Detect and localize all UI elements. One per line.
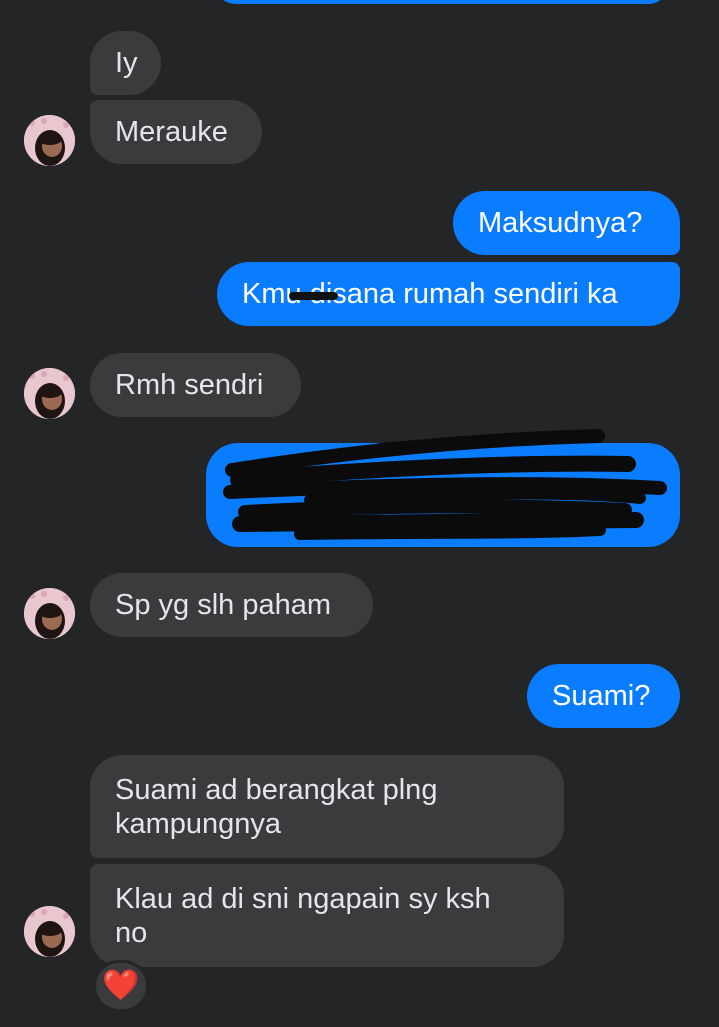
message-text-line: kampungnya xyxy=(115,808,282,840)
profile-avatar-icon[interactable] xyxy=(24,906,75,957)
heart-icon: ❤️ xyxy=(102,969,140,1002)
incoming-message-bubble[interactable]: Sp yg slh paham xyxy=(90,573,373,637)
message-text-line: Suami ad berangkat plng xyxy=(115,774,438,806)
heart-reaction[interactable]: ❤️ xyxy=(93,960,149,1012)
message-text: Sp yg slh paham xyxy=(115,589,332,621)
message-text-line: Klau ad di sni ngapain sy ksh xyxy=(115,883,491,915)
message-text-line: no xyxy=(115,917,148,949)
message-text: Rmh sendri xyxy=(115,369,264,401)
outgoing-message-bubble[interactable]: Kmu disana rumah sendiri ka xyxy=(217,262,680,326)
incoming-message-bubble[interactable]: Rmh sendri xyxy=(90,353,301,417)
message-text: Suami? xyxy=(552,680,651,712)
profile-avatar-icon[interactable] xyxy=(24,115,75,166)
outgoing-message-bubble-cutoff[interactable] xyxy=(214,0,670,4)
profile-avatar-icon[interactable] xyxy=(24,368,75,419)
incoming-message-bubble[interactable]: Merauke xyxy=(90,100,262,164)
message-text: Maksudnya? xyxy=(478,207,643,239)
incoming-message-bubble[interactable]: Suami ad berangkat plng kampungnya xyxy=(90,755,564,858)
message-text: Merauke xyxy=(115,116,228,148)
outgoing-message-bubble-redacted[interactable] xyxy=(206,443,680,547)
incoming-message-bubble[interactable]: Iy xyxy=(90,31,161,95)
outgoing-message-bubble[interactable]: Maksudnya? xyxy=(453,191,680,255)
outgoing-message-bubble[interactable]: Suami? xyxy=(527,664,680,728)
message-text: Iy xyxy=(115,47,138,79)
incoming-message-bubble[interactable]: Klau ad di sni ngapain sy ksh no xyxy=(90,864,564,967)
message-text: Kmu disana rumah sendiri ka xyxy=(242,278,618,310)
profile-avatar-icon[interactable] xyxy=(24,588,75,639)
